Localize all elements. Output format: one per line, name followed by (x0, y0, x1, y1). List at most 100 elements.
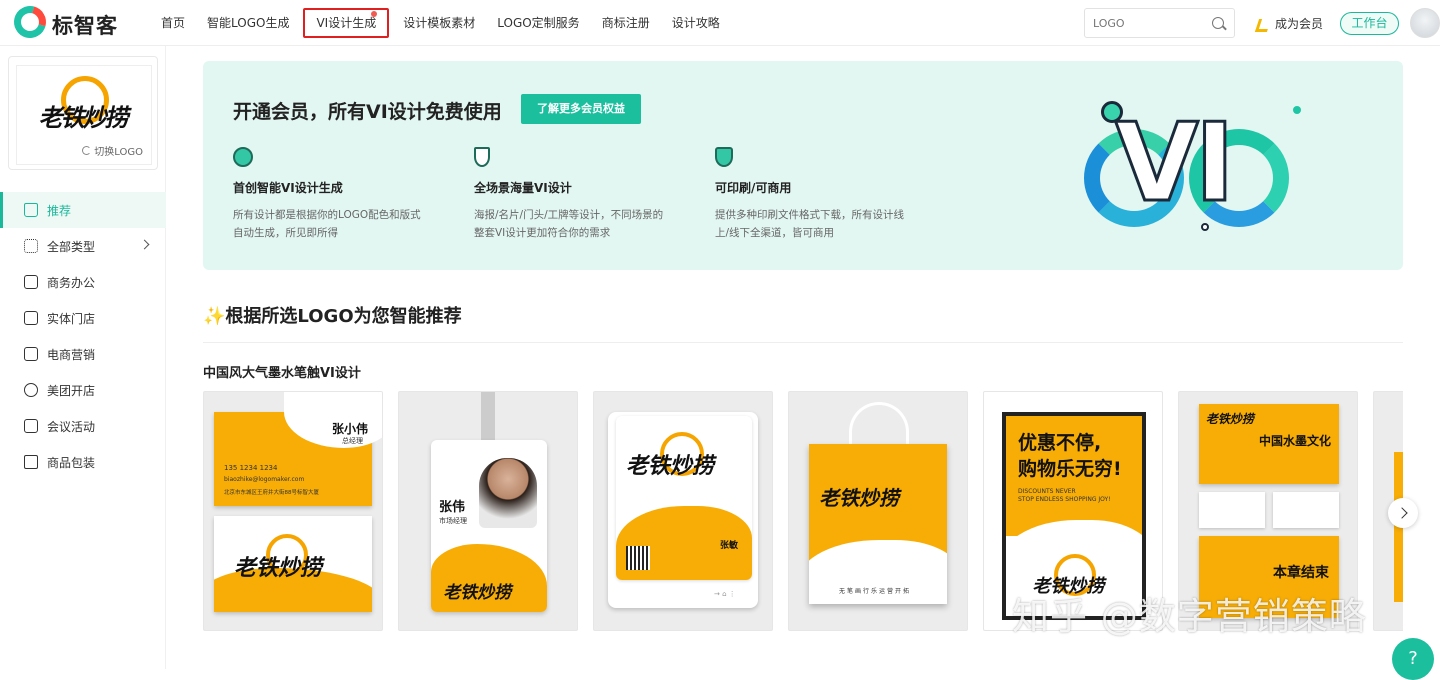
feature-desc-line: 提供多种印刷文件格式下载，所有设计线 (715, 209, 904, 221)
logo-brush-text: 老铁炒捞 (232, 555, 327, 581)
card-role: 总经理 (342, 437, 363, 445)
shield-check-icon (715, 147, 733, 167)
gift-icon (24, 455, 38, 469)
badge-role: 市场经理 (439, 517, 467, 525)
tablet-toolbar-icons: → ⌂ ⋮ (714, 590, 736, 598)
qr-code (626, 546, 650, 570)
feature-desc-line: 整套VI设计更加符合你的需求 (474, 227, 611, 239)
business-card-front: 张小伟 总经理 135 1234 1234 biaozhike@logomake… (214, 392, 382, 506)
tablet-screen: 老铁炒捞 张敏 (616, 416, 752, 580)
sidebar-item-label: 电商营销 (47, 347, 96, 362)
nav-vi-generate-label: VI设计生成 (316, 16, 377, 30)
nav-trademark[interactable]: 商标注册 (591, 0, 661, 46)
sidebar-item-packaging[interactable]: 商品包装 (0, 444, 166, 480)
feature-all-scenes: 全场景海量VI设计 海报/名片/门头/工牌等设计，不同场景的 整套VI设计更加符合… (474, 147, 694, 242)
poster-en-1: DISCOUNTS NEVER (1018, 488, 1076, 495)
card-phone: 135 1234 1234 (224, 464, 278, 472)
badge-name: 张伟 (439, 500, 466, 515)
nav-templates[interactable]: 设计模板素材 (392, 0, 486, 46)
vi-dot (1101, 101, 1123, 123)
vi-card-shopping-bag[interactable]: 老铁炒捞 无笔画行乐运营开拓 (788, 391, 968, 631)
sidebar-item-label: 全部类型 (47, 239, 96, 254)
nav-home[interactable]: 首页 (150, 0, 196, 46)
brand-logo-icon (8, 0, 52, 44)
feature-title: 可印刷/可商用 (715, 181, 792, 195)
feature-title: 首创智能VI设计生成 (233, 181, 343, 195)
member-benefits-button[interactable]: 了解更多会员权益 (521, 94, 641, 124)
brand-logo[interactable]: 标智客 (8, 0, 118, 44)
meituan-icon (24, 383, 38, 397)
feature-desc-line: 自动生成，所见即所得 (233, 227, 338, 239)
vi-card-tablet[interactable]: 老铁炒捞 张敏 → ⌂ ⋮ (593, 391, 773, 631)
search-icon[interactable] (1212, 17, 1224, 29)
sidebar-item-label: 会议活动 (47, 419, 96, 434)
stationery-header: 老铁炒捞 中国水墨文化 (1199, 404, 1339, 484)
sidebar-item-all-types[interactable]: 全部类型 (0, 228, 166, 264)
user-avatar[interactable] (1410, 8, 1440, 38)
chevron-right-icon (139, 239, 150, 250)
storefront-icon (24, 311, 38, 325)
envelope-small (1273, 492, 1339, 528)
sidebar-item-events[interactable]: 会议活动 (0, 408, 166, 444)
feature-desc: 所有设计都是根据你的LOGO配色和版式 自动生成，所见即所得 (233, 206, 453, 242)
business-card-back: 老铁炒捞 (214, 516, 372, 612)
flag-icon (474, 147, 490, 167)
card-address: 北京市东城区王府井大街88号标智大厦 (224, 490, 319, 496)
become-member-link[interactable]: 成为会员 (1256, 15, 1323, 32)
carousel-next-button[interactable] (1388, 498, 1418, 528)
nav-vi-generate[interactable]: VI设计生成 (303, 8, 390, 38)
sidebar-item-label: 商务办公 (47, 275, 96, 290)
search-input[interactable] (1093, 15, 1203, 31)
banner-title: 开通会员，所有VI设计免费使用 (233, 101, 502, 123)
feature-desc-line: 海报/名片/门头/工牌等设计，不同场景的 (474, 209, 664, 221)
sidebar-item-label: 美团开店 (47, 383, 96, 398)
feature-printable: 可印刷/可商用 提供多种印刷文件格式下载，所有设计线 上/线下全渠道，皆可商用 (715, 147, 935, 242)
sidebar-item-store[interactable]: 实体门店 (0, 300, 166, 336)
feature-desc-line: 上/线下全渠道，皆可商用 (715, 227, 835, 239)
logo-brush-text: 老铁炒捞 (818, 486, 904, 510)
employee-photo (479, 458, 537, 528)
main-content: 开通会员，所有VI设计免费使用 了解更多会员权益 首创智能VI设计生成 所有设计… (166, 46, 1440, 669)
refresh-icon (82, 146, 92, 155)
sidebar-item-ecommerce[interactable]: 电商营销 (0, 336, 166, 372)
sidebar-item-meituan[interactable]: 美团开店 (0, 372, 166, 408)
nav-guides[interactable]: 设计攻略 (661, 0, 731, 46)
vi-card-badge[interactable]: 张伟 市场经理 老铁炒捞 (398, 391, 578, 631)
category-menu: 推荐 全部类型 商务办公 实体门店 电商营销 美团开店 会议活动 商品包装 (0, 192, 166, 480)
vi-card-business-card[interactable]: 张小伟 总经理 135 1234 1234 biaozhike@logomake… (203, 391, 383, 631)
stationery-subtitle: 本章结束 (1273, 565, 1329, 581)
logo-brush-text: 老铁炒捞 (624, 453, 719, 479)
feature-smart-vi: 首创智能VI设计生成 所有设计都是根据你的LOGO配色和版式 自动生成，所见即所得 (233, 147, 453, 242)
nav-logo-custom[interactable]: LOGO定制服务 (486, 0, 590, 46)
swap-logo-label: 切换LOGO (94, 147, 143, 158)
sidebar-item-business[interactable]: 商务办公 (0, 264, 166, 300)
feature-desc-line: 所有设计都是根据你的LOGO配色和版式 (233, 209, 421, 221)
logo-brush-text: 老铁炒捞 (1205, 412, 1257, 426)
sidebar-item-recommend[interactable]: 推荐 (0, 192, 166, 228)
membership-banner: 开通会员，所有VI设计免费使用 了解更多会员权益 首创智能VI设计生成 所有设计… (203, 61, 1403, 270)
swap-logo-button[interactable]: 切换LOGO (78, 141, 147, 160)
card-email: biaozhike@logomaker.com (224, 476, 305, 483)
id-card-icon (24, 275, 38, 289)
feature-title: 全场景海量VI设计 (474, 181, 572, 195)
home-icon (24, 203, 38, 217)
vip-icon (1256, 17, 1270, 31)
help-button[interactable]: ? (1392, 638, 1434, 680)
megaphone-icon (24, 419, 38, 433)
section-divider (203, 342, 1403, 343)
infinity-icon (233, 147, 253, 167)
logo-brush-text: 老铁炒捞 (37, 103, 132, 132)
watermark: 知乎 @数字营销策略 (1012, 595, 1367, 638)
nav-logo-generate[interactable]: 智能LOGO生成 (196, 0, 300, 46)
search-box (1084, 8, 1235, 38)
poster-headline-2: 购物乐无穷! (1018, 458, 1122, 480)
sidebar-item-label: 实体门店 (47, 311, 96, 326)
brand-name: 标智客 (52, 14, 118, 38)
vi-illustration: VI (1081, 97, 1301, 237)
poster-en-2: STOP ENDLESS SHOPPING JOY! (1018, 496, 1111, 503)
logo-brush-text: 老铁炒捞 (442, 583, 515, 603)
workbench-button[interactable]: 工作台 (1340, 12, 1399, 35)
feature-desc: 海报/名片/门头/工牌等设计，不同场景的 整套VI设计更加符合你的需求 (474, 206, 694, 242)
vi-letters: VI (1114, 101, 1237, 226)
badge-body: 张伟 市场经理 老铁炒捞 (431, 440, 547, 612)
